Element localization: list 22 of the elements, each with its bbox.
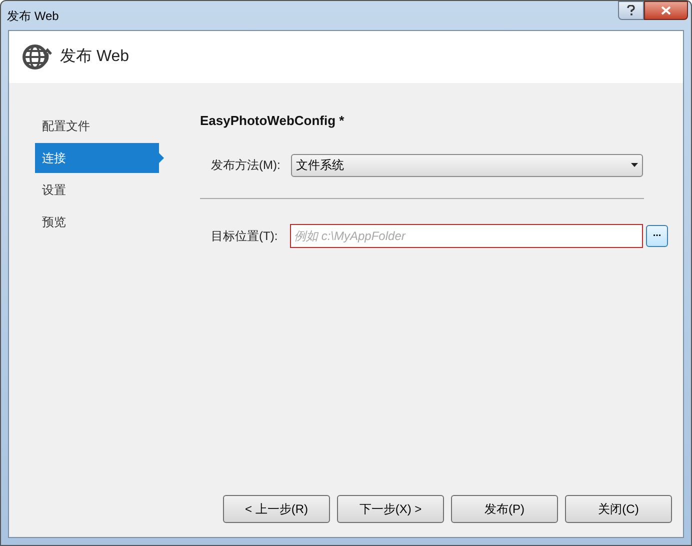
window-title: 发布 Web [7, 8, 59, 25]
dialog-button[interactable]: 发布(P) [451, 495, 558, 523]
globe-icon [22, 43, 52, 71]
field-label: 发布方法(M): [211, 157, 282, 174]
close-button[interactable] [644, 1, 688, 20]
target-location-field[interactable]: 例如 c:\MyAppFolder [290, 224, 643, 248]
help-icon [627, 5, 635, 16]
close-icon [661, 6, 671, 15]
sidebar-item[interactable]: 设置 [35, 175, 159, 205]
sidebar-item[interactable]: 配置文件 [35, 111, 159, 141]
profile-title: EasyPhotoWebConfig * [200, 112, 346, 130]
dropdown-arrow-icon [631, 163, 638, 167]
dialog-button[interactable]: < 上一步(R) [223, 495, 330, 523]
browse-button[interactable]: ... [646, 224, 668, 246]
publish-method-dropdown[interactable]: 文件系统 [291, 154, 643, 176]
sidebar-item[interactable]: 连接 [35, 143, 164, 173]
sidebar-item[interactable]: 预览 [35, 207, 159, 237]
help-button[interactable] [618, 1, 644, 20]
header-title: 发布 Web [60, 47, 130, 67]
dialog-button[interactable]: 下一步(X) > [337, 495, 444, 523]
dialog-button[interactable]: 关闭(C) [565, 495, 672, 523]
field-label: 目标位置(T): [211, 228, 279, 244]
